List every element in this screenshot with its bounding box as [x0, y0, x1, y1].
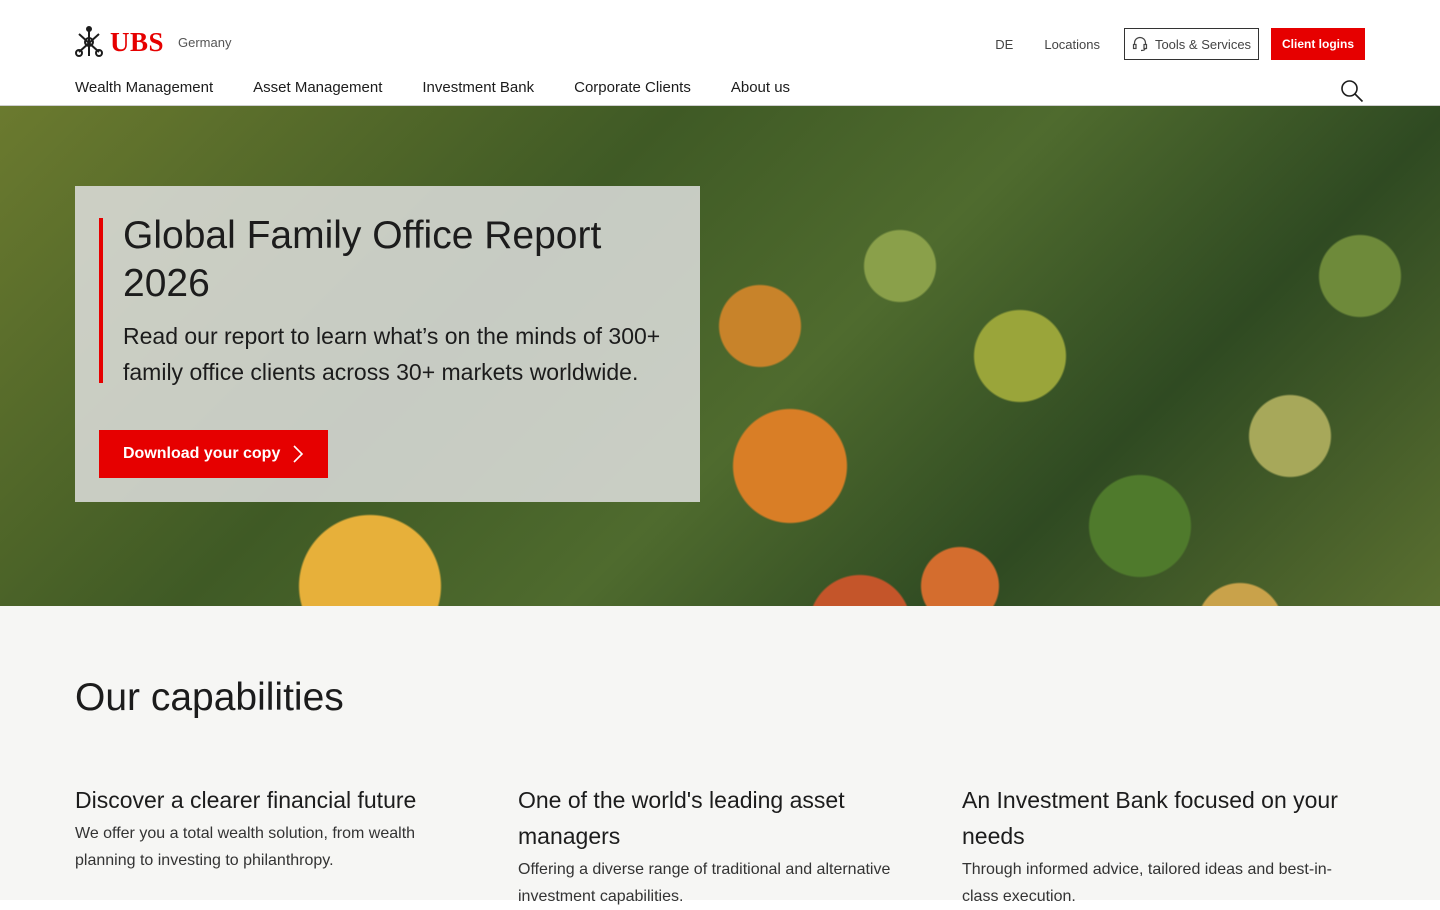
capability-text: We offer you a total wealth solution, fr… [75, 825, 416, 869]
main-nav: Wealth Management Asset Management Inves… [75, 79, 830, 96]
capabilities-section: Our capabilities Discover a clearer fina… [0, 606, 1440, 905]
search-icon[interactable] [1340, 79, 1364, 103]
nav-item-investment-bank[interactable]: Investment Bank [422, 79, 534, 96]
hero-title: Global Family Office Report 2026 [123, 214, 602, 305]
headset-icon [1132, 36, 1148, 52]
tools-services-label: Tools & Services [1154, 36, 1252, 52]
hero-text: Read our report to learn what’s on the m… [123, 323, 661, 385]
capability-title: Discover a clearer financial future [75, 787, 417, 813]
site-header: UBS Germany DE Locations Tools & Service… [0, 0, 1440, 106]
locations-link[interactable]: Locations [1044, 37, 1100, 52]
hero-accent-bar [99, 218, 103, 383]
capability-title: One of the world's leading asset manager… [518, 787, 845, 849]
capability-text: Through informed advice, tailored ideas … [962, 861, 1332, 905]
capability-card-wealth[interactable]: Discover a clearer financial future We o… [75, 782, 475, 874]
download-copy-button[interactable]: Download your copy [99, 430, 328, 478]
client-logins-button[interactable]: Client logins [1271, 28, 1365, 60]
nav-item-about-us[interactable]: About us [731, 79, 790, 96]
language-switch[interactable]: DE [995, 37, 1013, 52]
chevron-right-icon [293, 445, 304, 463]
ubs-logo[interactable]: UBS [74, 26, 164, 58]
capability-card-investment-bank[interactable]: An Investment Bank focused on your needs… [962, 782, 1362, 910]
country-label[interactable]: Germany [178, 35, 231, 50]
download-copy-label: Download your copy [123, 445, 281, 462]
capability-text: Offering a diverse range of traditional … [518, 861, 891, 905]
keys-logo-icon [75, 26, 103, 57]
capabilities-title: Our capabilities [75, 676, 344, 719]
utility-bar: DE Locations Tools & Services Client log… [995, 28, 1365, 60]
nav-item-corporate-clients[interactable]: Corporate Clients [574, 79, 691, 96]
hero-banner: Global Family Office Report 2026 Read ou… [0, 106, 1440, 606]
brand-name: UBS [110, 26, 165, 57]
nav-item-wealth-management[interactable]: Wealth Management [75, 79, 213, 96]
nav-item-asset-management[interactable]: Asset Management [253, 79, 382, 96]
tools-services-button[interactable]: Tools & Services [1124, 28, 1259, 60]
capability-card-asset[interactable]: One of the world's leading asset manager… [518, 782, 918, 910]
capability-title: An Investment Bank focused on your needs [962, 787, 1338, 849]
hero-panel: Global Family Office Report 2026 Read ou… [75, 186, 700, 502]
